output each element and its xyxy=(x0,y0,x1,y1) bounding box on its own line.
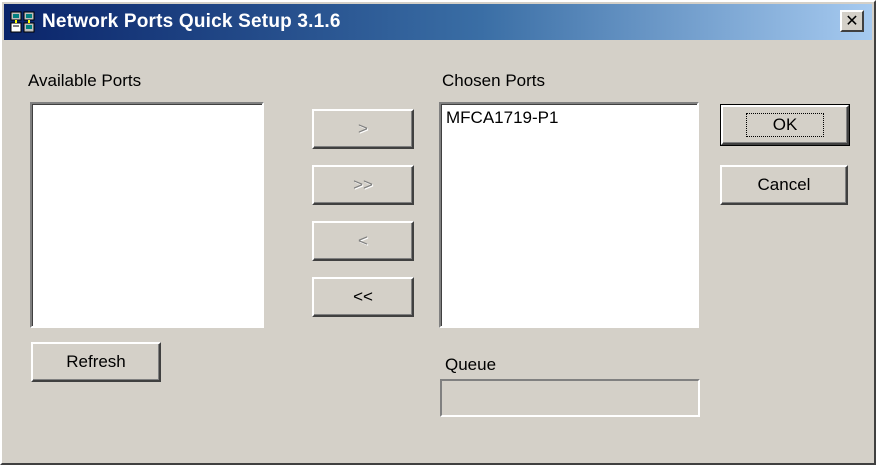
available-ports-label: Available Ports xyxy=(28,71,142,90)
ok-button[interactable]: OK xyxy=(720,104,850,146)
add-all-ports-button[interactable]: >> xyxy=(312,165,414,205)
list-item[interactable]: MFCA1719-P1 xyxy=(441,104,697,128)
chosen-ports-list[interactable]: MFCA1719-P1 xyxy=(439,102,699,328)
queue-label: Queue xyxy=(445,355,497,374)
add-port-button[interactable]: > xyxy=(312,109,414,149)
dialog-window: Network Ports Quick Setup 3.1.6 ✕ Availa… xyxy=(0,0,876,465)
chosen-ports-label: Chosen Ports xyxy=(442,71,545,90)
available-ports-list[interactable] xyxy=(30,102,264,328)
refresh-button[interactable]: Refresh xyxy=(31,342,161,382)
window-title: Network Ports Quick Setup 3.1.6 xyxy=(42,11,341,32)
title-bar[interactable]: Network Ports Quick Setup 3.1.6 ✕ xyxy=(4,4,872,40)
remove-port-button[interactable]: < xyxy=(312,221,414,261)
network-app-icon xyxy=(10,10,36,34)
cancel-button[interactable]: Cancel xyxy=(720,165,848,205)
close-icon: ✕ xyxy=(845,11,859,30)
queue-field xyxy=(440,379,700,417)
remove-all-ports-button[interactable]: << xyxy=(312,277,414,317)
close-button[interactable]: ✕ xyxy=(840,10,864,32)
